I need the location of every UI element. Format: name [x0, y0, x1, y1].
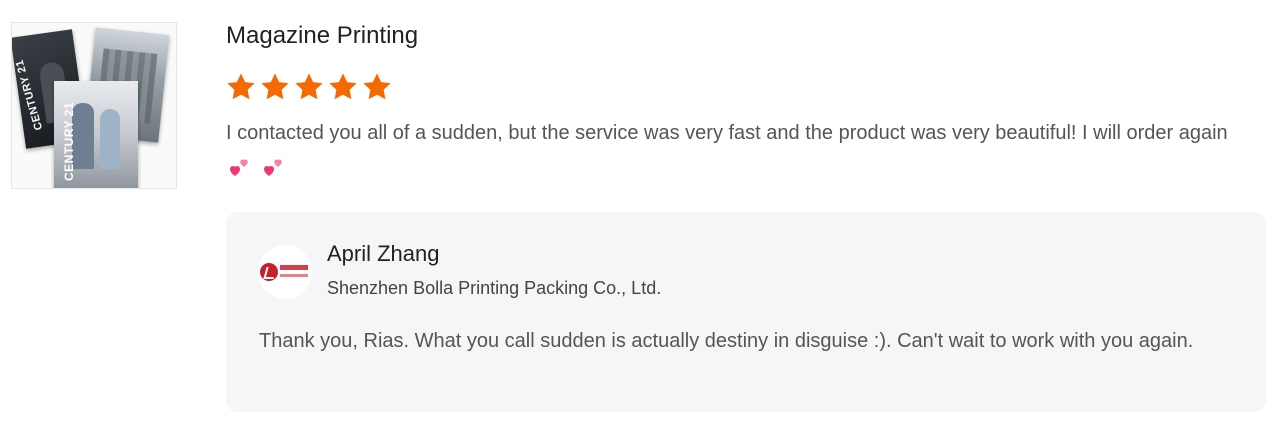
two-hearts-icon [230, 159, 248, 176]
star-icon [329, 73, 357, 100]
star-icon [227, 73, 255, 100]
magazine-cover-front: CENTURY 21 [54, 81, 138, 188]
emoji-group [228, 152, 296, 182]
star-rating [225, 71, 393, 103]
seller-reply-card: April Zhang Shenzhen Bolla Printing Pack… [226, 212, 1266, 412]
reply-text: Thank you, Rias. What you call sudden is… [259, 330, 1194, 352]
logo-text-bar [280, 265, 308, 270]
product-thumbnail[interactable]: CENTURY 21 CENTURY 21 [11, 22, 177, 189]
star-icon [295, 73, 323, 100]
reply-author-name: April Zhang [327, 241, 440, 266]
cover-photo [100, 109, 120, 169]
review-text: I contacted you all of a sudden, but the… [226, 122, 1228, 144]
logo-mark [260, 263, 278, 281]
star-icon [363, 73, 391, 100]
two-hearts-icon [264, 159, 282, 176]
cover-title: CENTURY 21 [62, 101, 76, 181]
review-text-block: I contacted you all of a sudden, but the… [226, 118, 1266, 182]
star-icon [261, 73, 289, 100]
product-title[interactable]: Magazine Printing [226, 22, 418, 50]
company-logo-icon [258, 245, 312, 299]
reply-company-name[interactable]: Shenzhen Bolla Printing Packing Co., Ltd… [327, 278, 661, 299]
logo-subtext-bar [280, 274, 308, 277]
